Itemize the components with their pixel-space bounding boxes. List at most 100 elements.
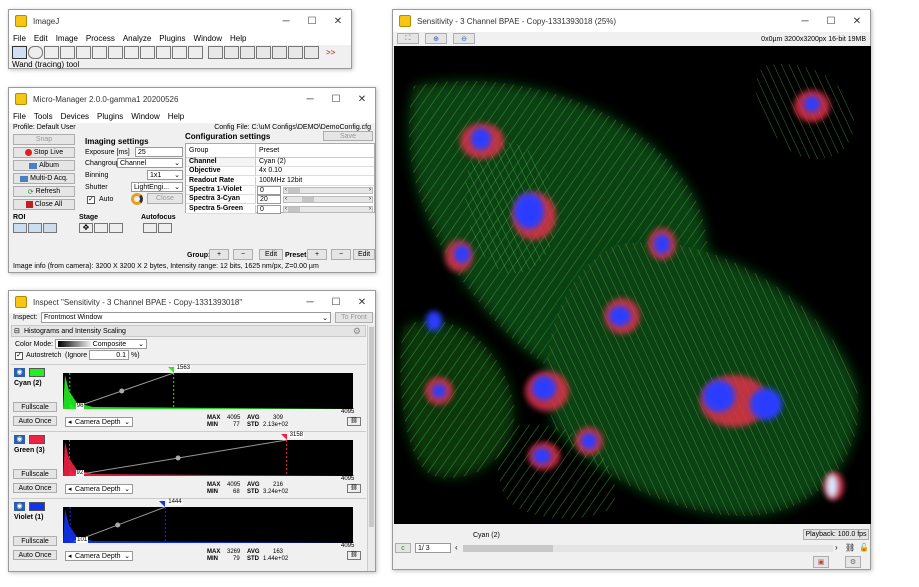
imagej-titlebar[interactable]: ImageJ ─ ☐ ✕ [9, 10, 351, 32]
freehand-tool-icon[interactable] [60, 46, 75, 59]
slider-right-icon[interactable]: › [369, 196, 371, 202]
config-row-slider[interactable]: ‹ › [283, 186, 373, 194]
mm-menu-plugins[interactable]: Plugins [97, 112, 123, 121]
slider-thumb[interactable] [302, 197, 314, 203]
minimize-icon[interactable]: ─ [792, 10, 818, 32]
menu-edit[interactable]: Edit [34, 34, 48, 43]
gamma-handle[interactable] [119, 388, 125, 394]
gamma-handle[interactable] [115, 522, 121, 528]
inspect-titlebar[interactable]: Inspect "Sensitivity - 3 Channel BPAE - … [9, 291, 375, 313]
mm-menu-window[interactable]: Window [131, 112, 159, 121]
config-row-preset[interactable]: 100MHz 12bit [256, 177, 374, 186]
config-row-value-input[interactable]: 20 [257, 195, 281, 205]
fullscale-button[interactable]: Fullscale [13, 536, 57, 546]
viewer-gear-icon[interactable]: ⚙ [845, 556, 861, 568]
config-row-value-input[interactable]: 0 [257, 185, 281, 195]
roi-full-icon[interactable] [43, 223, 57, 233]
save-config-button[interactable]: Save [323, 131, 373, 141]
slider-right-icon[interactable]: › [369, 206, 371, 212]
histogram-plot[interactable] [63, 507, 353, 543]
empty-tool-slot-icon[interactable] [208, 46, 223, 59]
slider-left-icon[interactable]: ‹ [285, 206, 287, 212]
group-edit-button[interactable]: Edit [259, 249, 283, 260]
microscopy-image[interactable] [394, 46, 871, 524]
channel-color-swatch[interactable] [29, 435, 45, 444]
close-all-button[interactable]: Close All [13, 199, 75, 210]
preset-edit-button[interactable]: Edit [353, 249, 375, 260]
exposure-input[interactable]: 25 [135, 147, 183, 157]
slider-right-icon[interactable]: › [369, 187, 371, 193]
menu-help[interactable]: Help [230, 34, 246, 43]
autofocus-binoculars-icon[interactable] [143, 223, 157, 233]
camera-depth-select[interactable]: ◂ Camera Depth [65, 417, 133, 427]
binning-select[interactable]: 1x1 [147, 170, 183, 180]
preset-add-button[interactable]: + [307, 249, 327, 260]
slider-thumb[interactable] [288, 187, 300, 193]
lock-icon[interactable]: 🔓 [859, 543, 869, 552]
mm-menu-tools[interactable]: Tools [34, 112, 53, 121]
channel-scroll-track[interactable] [553, 545, 833, 552]
inspect-target-select[interactable]: Frontmost Window [41, 312, 331, 323]
close-icon[interactable]: ✕ [325, 10, 351, 32]
stage-list-icon[interactable] [109, 223, 123, 233]
menu-plugins[interactable]: Plugins [159, 34, 185, 43]
auto-shutter-checkbox[interactable]: ✓ [87, 196, 95, 204]
more-tools-button[interactable]: >> [326, 46, 335, 60]
angle-tool-icon[interactable] [92, 46, 107, 59]
mda-button[interactable]: Multi-D Acq. [13, 173, 75, 184]
snapshot-icon[interactable]: ▣ [813, 556, 829, 568]
maximize-icon[interactable]: ☐ [323, 291, 349, 313]
auto-once-button[interactable]: Auto Once [13, 550, 57, 560]
menu-image[interactable]: Image [56, 34, 78, 43]
slider-left-icon[interactable]: ‹ [285, 196, 287, 202]
close-shutter-button[interactable]: Close [147, 193, 183, 204]
shutter-select[interactable]: LightEngi... [131, 182, 183, 192]
mm-menu-file[interactable]: File [13, 112, 26, 121]
oval-tool-icon[interactable] [28, 46, 43, 59]
menu-window[interactable]: Window [194, 34, 222, 43]
auto-once-button[interactable]: Auto Once [13, 416, 57, 426]
minimize-icon[interactable]: ─ [297, 291, 323, 313]
stage-hand-icon[interactable] [94, 223, 108, 233]
mm-menu-help[interactable]: Help [168, 112, 184, 121]
max-marker-triangle[interactable] [280, 434, 287, 440]
slider-thumb[interactable] [288, 206, 300, 212]
group-remove-button[interactable]: − [233, 249, 253, 260]
auto-once-button[interactable]: Auto Once [13, 483, 57, 493]
config-row-slider[interactable]: ‹ › [283, 196, 373, 204]
slider-left-icon[interactable]: ‹ [285, 187, 287, 193]
viewer-titlebar[interactable]: Sensitivity - 3 Channel BPAE - Copy-1331… [393, 10, 870, 32]
refresh-button[interactable]: ⟳ Refresh [13, 186, 75, 197]
menu-file[interactable]: File [13, 34, 26, 43]
close-icon[interactable]: ✕ [844, 10, 870, 32]
group-add-button[interactable]: + [209, 249, 229, 260]
empty-tool-slot-icon[interactable] [224, 46, 239, 59]
menu-process[interactable]: Process [86, 34, 115, 43]
zoom-in-icon[interactable]: ⊕ [425, 33, 447, 44]
empty-tool-slot-icon[interactable] [304, 46, 319, 59]
preset-remove-button[interactable]: − [331, 249, 351, 260]
point-tool-icon[interactable] [108, 46, 123, 59]
config-row-preset[interactable]: Cyan (2) [256, 158, 374, 167]
dropper-tool-icon[interactable] [188, 46, 203, 59]
autostretch-checkbox[interactable]: ✓ [15, 352, 23, 360]
zoom-out-icon[interactable]: ⊖ [453, 33, 475, 44]
camera-depth-select[interactable]: ◂ Camera Depth [65, 551, 133, 561]
histogram-plot[interactable] [63, 440, 353, 476]
gamma-handle[interactable] [175, 455, 181, 461]
maximize-icon[interactable]: ☐ [323, 88, 349, 110]
rectangle-tool-icon[interactable] [12, 46, 27, 59]
link-icon[interactable]: ⛓ [845, 543, 855, 552]
stage-move-icon[interactable]: ✥ [79, 223, 93, 233]
scroll-right-icon[interactable]: › [835, 543, 838, 552]
polygon-tool-icon[interactable] [44, 46, 59, 59]
max-marker-triangle[interactable] [167, 367, 174, 373]
visibility-eye-icon[interactable]: ◉ [14, 435, 25, 444]
to-front-button[interactable]: To Front [335, 312, 373, 323]
channel-color-swatch[interactable] [29, 368, 45, 377]
maximize-icon[interactable]: ☐ [818, 10, 844, 32]
menu-analyze[interactable]: Analyze [123, 34, 151, 43]
empty-tool-slot-icon[interactable] [256, 46, 271, 59]
empty-tool-slot-icon[interactable] [272, 46, 287, 59]
close-icon[interactable]: ✕ [349, 88, 375, 110]
